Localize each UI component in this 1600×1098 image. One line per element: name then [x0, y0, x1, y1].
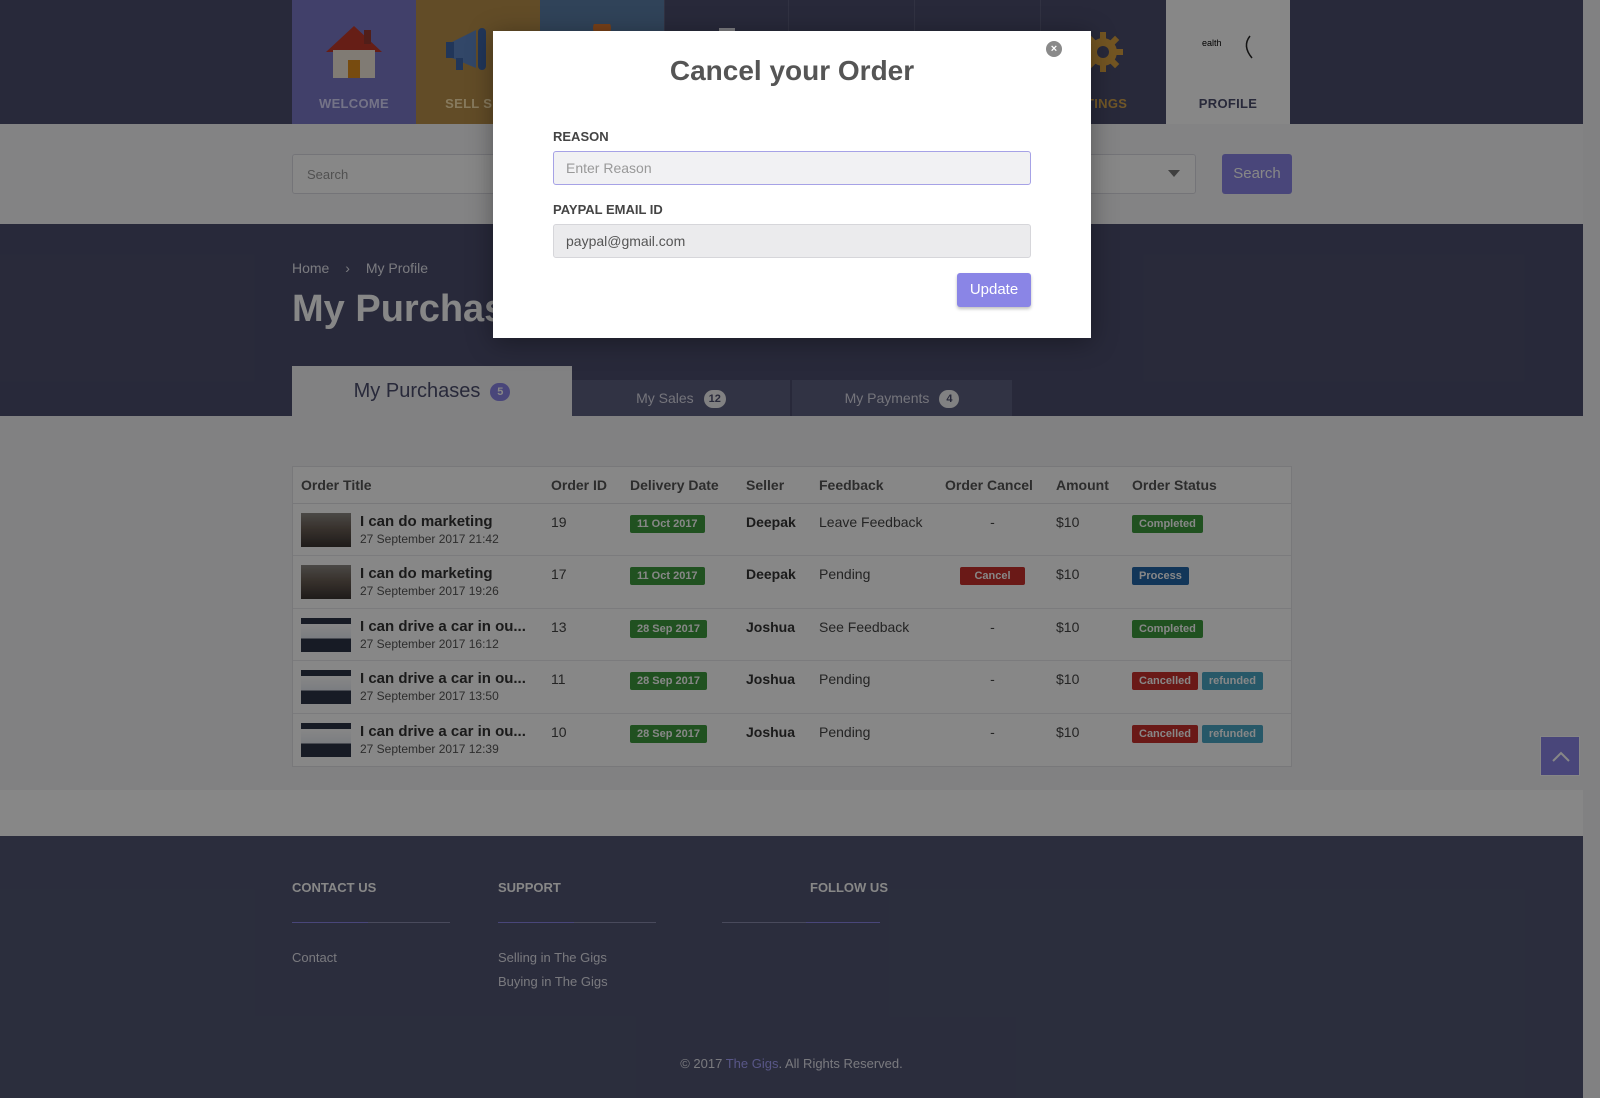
paypal-email-field[interactable]: paypal@gmail.com [553, 224, 1031, 258]
modal-title: Cancel your Order [669, 55, 915, 86]
update-button[interactable]: Update [957, 273, 1031, 307]
reason-input[interactable]: Enter Reason [553, 151, 1031, 185]
cancel-order-modal: × Cancel your Order REASON Enter Reason … [493, 31, 1091, 338]
paypal-email-label: PAYPAL EMAIL ID [553, 202, 663, 217]
reason-label: REASON [553, 129, 609, 144]
